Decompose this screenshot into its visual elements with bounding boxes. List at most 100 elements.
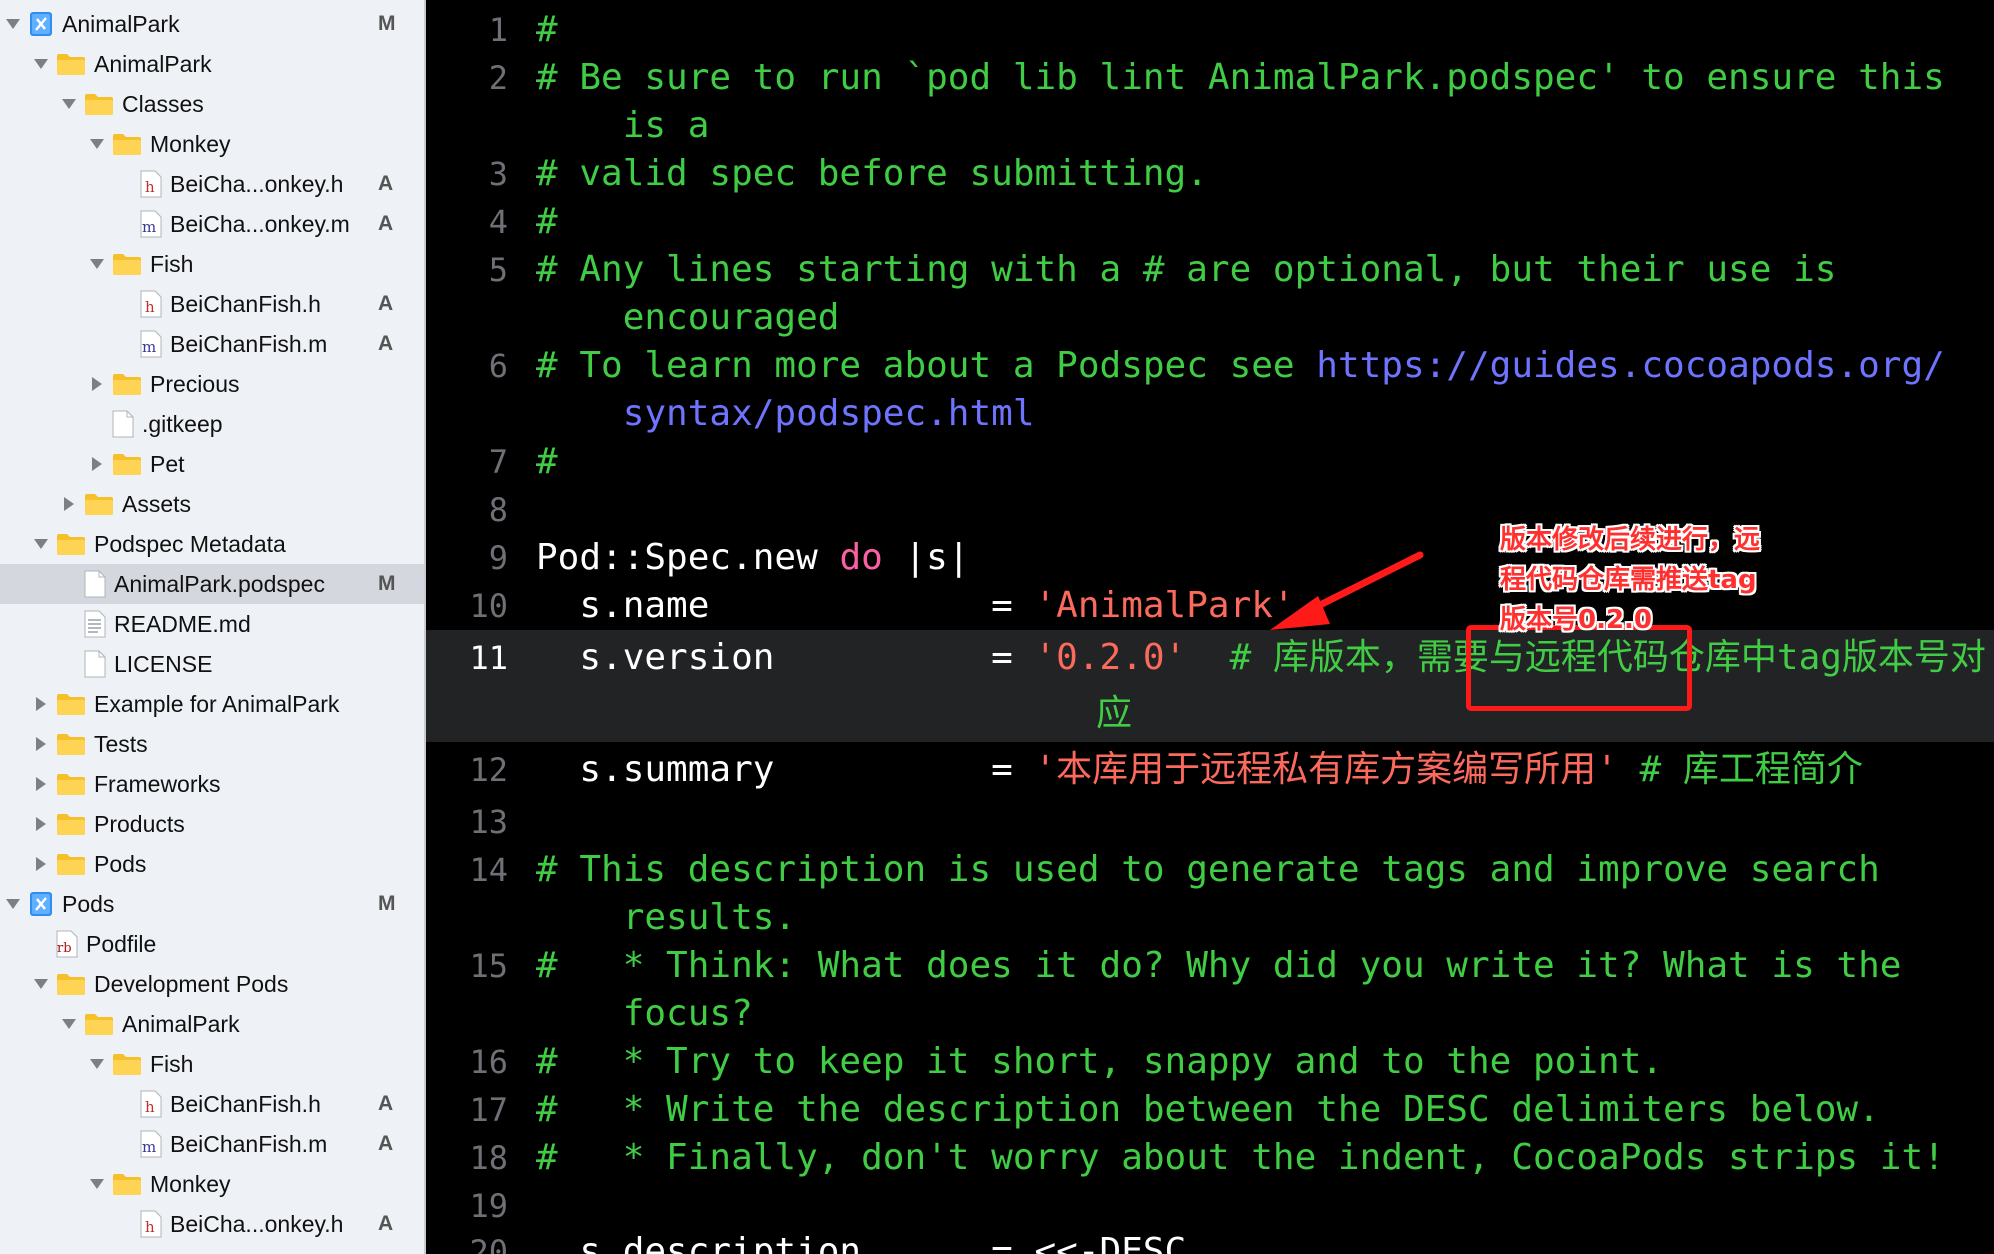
nav-row[interactable]: Assets [0, 484, 424, 524]
nav-row-label: BeiChanFish.h [170, 1090, 321, 1117]
code-line-6-wrap: syntax/podspec.html [536, 390, 1035, 438]
nav-row[interactable]: README.md [0, 604, 424, 644]
nav-row-label: Podspec Metadata [94, 530, 286, 557]
nav-row[interactable]: Monkey [0, 1164, 424, 1204]
code-line-5: # Any lines starting with a # are option… [536, 249, 1837, 290]
disclosure-open-icon[interactable] [88, 255, 106, 273]
disclosure-open-icon[interactable] [4, 15, 22, 33]
disclosure-closed-icon[interactable] [88, 455, 106, 473]
nav-row[interactable]: Pet [0, 444, 424, 484]
nav-row-label: BeiCha...onkey.m [170, 210, 350, 237]
folder-icon [84, 92, 114, 116]
nav-row[interactable]: AnimalPark [0, 44, 424, 84]
line-number: 4 [488, 203, 508, 241]
nav-row[interactable]: Fish [0, 1044, 424, 1084]
nav-row[interactable]: LICENSE [0, 644, 424, 684]
svg-text:m: m [142, 338, 156, 356]
folder-icon [112, 372, 142, 396]
nav-row[interactable]: Example for AnimalPark [0, 684, 424, 724]
disclosure-closed-icon[interactable] [60, 495, 78, 513]
disclosure-closed-icon[interactable] [88, 375, 106, 393]
document-icon [84, 570, 106, 598]
nav-row-label: BeiCha...onkey.h [170, 1210, 344, 1237]
nav-row[interactable]: Podspec Metadata [0, 524, 424, 564]
nav-row[interactable]: m BeiChanFish.m A [0, 1124, 424, 1164]
nav-row-label: BeiCha...onkey.h [170, 170, 344, 197]
nav-row[interactable]: Classes [0, 84, 424, 124]
line-number: 15 [469, 947, 508, 985]
svg-text:m: m [142, 218, 156, 236]
nav-row[interactable]: h BeiChanFish.h A [0, 284, 424, 324]
line-number: 5 [488, 251, 508, 289]
code-line-3: # valid spec before submitting. [536, 153, 1208, 194]
nav-row[interactable]: Products [0, 804, 424, 844]
nav-row[interactable]: h BeiCha...onkey.h A [0, 164, 424, 204]
nav-row[interactable]: Pods [0, 844, 424, 884]
code-line-11: s.version = '0.2.0' # 库版本，需要与远程代码仓库中tag版… [536, 634, 1986, 682]
disclosure-closed-icon[interactable] [32, 695, 50, 713]
code-line-12: s.summary = '本库用于远程私有库方案编写所用' # 库工程简介 [536, 746, 1863, 794]
nav-row-label: AnimalPark [122, 1010, 240, 1037]
summary-value: '本库用于远程私有库方案编写所用' [1034, 749, 1618, 790]
folder-icon [112, 252, 142, 276]
nav-row[interactable]: Tests [0, 724, 424, 764]
nav-row[interactable]: m BeiChanFish.m A [0, 324, 424, 364]
nav-row-label: Tests [94, 730, 148, 757]
line-number: 2 [488, 59, 508, 97]
nav-row[interactable]: rb Podfile [0, 924, 424, 964]
folder-icon [84, 1012, 114, 1036]
summary-key: s.summary = [536, 749, 1035, 790]
do-keyword: do [839, 537, 883, 578]
disclosure-open-icon[interactable] [88, 1175, 106, 1193]
disclosure-closed-icon[interactable] [32, 855, 50, 873]
nav-row-label: Products [94, 810, 185, 837]
folder-icon [112, 452, 142, 476]
folder-icon [112, 1172, 142, 1196]
disclosure-open-icon[interactable] [32, 55, 50, 73]
disclosure-closed-icon[interactable] [32, 735, 50, 753]
nav-row[interactable]: Monkey [0, 124, 424, 164]
line-number: 1 [488, 11, 508, 49]
code-line-1: # [536, 9, 558, 50]
objc-file-icon: m [140, 1130, 162, 1158]
scm-status-badge: A [378, 292, 394, 315]
nav-row[interactable]: Precious [0, 364, 424, 404]
scm-status-badge: A [378, 1092, 394, 1115]
nav-row[interactable]: AnimalPark [0, 1004, 424, 1044]
nav-row[interactable]: h BeiChanFish.h A [0, 1084, 424, 1124]
disclosure-open-icon[interactable] [4, 895, 22, 913]
podspec-guide-link-cont[interactable]: syntax/podspec.html [623, 393, 1035, 434]
code-line-4: # [536, 201, 558, 242]
nav-row[interactable]: .gitkeep [0, 404, 424, 444]
svg-text:h: h [145, 178, 155, 196]
nav-row[interactable]: Frameworks [0, 764, 424, 804]
nav-row[interactable]: Fish [0, 244, 424, 284]
nav-row[interactable]: AnimalPark.podspec M [0, 564, 424, 604]
header-file-icon: h [140, 290, 162, 318]
disclosure-open-icon[interactable] [60, 95, 78, 113]
disclosure-closed-icon[interactable] [32, 815, 50, 833]
podspec-guide-link[interactable]: https://guides.cocoapods.org/ [1316, 345, 1945, 386]
nav-row-label: AnimalPark.podspec [114, 570, 325, 597]
disclosure-open-icon[interactable] [32, 975, 50, 993]
disclosure-open-icon[interactable] [60, 1015, 78, 1033]
code-line-14: # This description is used to generate t… [536, 849, 1880, 890]
nav-row[interactable]: AnimalPark M [0, 4, 424, 44]
disclosure-open-icon[interactable] [88, 1055, 106, 1073]
project-navigator: AnimalPark M AnimalPark Classes Monkey h BeiCh… [0, 0, 426, 1254]
disclosure-open-icon[interactable] [88, 135, 106, 153]
nav-row-label: LICENSE [114, 650, 213, 677]
nav-row-label: BeiChanFish.m [170, 1130, 328, 1157]
disclosure-closed-icon[interactable] [32, 775, 50, 793]
header-file-icon: h [140, 1210, 162, 1238]
document-icon [84, 650, 106, 678]
nav-row[interactable]: Pods M [0, 884, 424, 924]
nav-row[interactable]: h BeiCha...onkey.h A [0, 1204, 424, 1244]
nav-row[interactable]: m BeiCha...onkey.m A [0, 204, 424, 244]
disclosure-open-icon[interactable] [32, 535, 50, 553]
nav-row[interactable]: Development Pods [0, 964, 424, 1004]
